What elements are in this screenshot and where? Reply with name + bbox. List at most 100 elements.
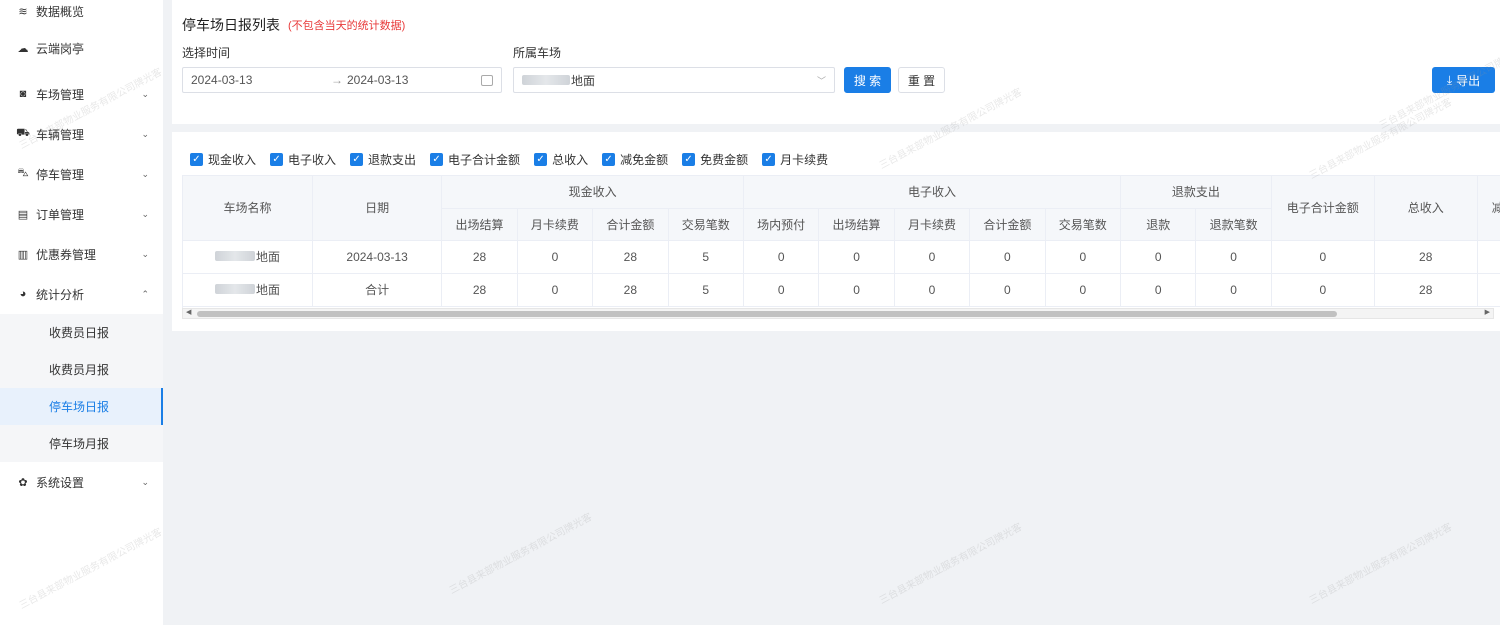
- sidebar: ≋ 数据概览 ☁ 云端岗亭 ◙ 车场管理 ⌄ ⛟ 车辆管理 ⌄ ⛍ 停车管理 ⌄…: [0, 0, 163, 625]
- date-start[interactable]: 2024-03-13: [191, 73, 331, 87]
- parking-car-icon: ⛍: [17, 167, 29, 179]
- date-end[interactable]: 2024-03-13: [347, 73, 481, 87]
- date-label: 选择时间: [182, 46, 231, 60]
- coupon-icon: ▥: [17, 248, 29, 261]
- report-table-wrap[interactable]: 车场名称 日期 现金收入 电子收入 退款支出 电子合计金额 总收入 减 出场结算…: [182, 175, 1500, 309]
- chevron-down-icon: ⌄: [141, 168, 149, 179]
- submenu-cashier-daily[interactable]: 收费员日报: [0, 314, 163, 351]
- cell-value: 0: [1045, 273, 1122, 307]
- cell-value: 0: [969, 273, 1046, 307]
- export-button[interactable]: ⤓ 导出: [1432, 67, 1495, 93]
- header-date: 日期: [312, 176, 443, 241]
- watermark: 三台县来部物业服务有限公司牌光客: [877, 521, 1025, 607]
- layers-icon: ≋: [18, 5, 28, 18]
- header-elec-total: 合计金额: [969, 208, 1046, 241]
- search-button[interactable]: 搜 索: [844, 67, 891, 93]
- toggle-monthly-renewal[interactable]: ✓ 月卡续费: [762, 151, 828, 168]
- lot-label: 所属车场: [513, 46, 562, 60]
- scrollbar-thumb[interactable]: [197, 311, 1337, 317]
- cell-date: 2024-03-13: [312, 240, 443, 274]
- lot-select[interactable]: 地面 ﹀: [513, 67, 835, 93]
- menu-item-system-settings[interactable]: ✿ 系统设置 ⌄: [0, 462, 163, 502]
- watermark: 三台县来部物业服务有限公司牌光客: [447, 511, 595, 597]
- menu-item-statistics[interactable]: ◕ 统计分析 ⌃: [0, 274, 163, 314]
- date-range-picker[interactable]: 2024-03-13 → 2024-03-13: [182, 67, 502, 93]
- cloud-icon: ☁: [17, 42, 29, 55]
- header-electronic-total: 电子合计金额: [1271, 176, 1375, 241]
- cell-value: 28: [1374, 240, 1478, 274]
- cell-value: 0: [818, 273, 895, 307]
- cell-value: 28: [441, 273, 518, 307]
- chevron-up-icon: ⌃: [141, 288, 149, 299]
- menu-item-cloud-booth[interactable]: ☁ 云端岗亭: [0, 22, 163, 74]
- report-table: 车场名称 日期 现金收入 电子收入 退款支出 电子合计金额 总收入 减 出场结算…: [183, 176, 1500, 307]
- cell-value: 5: [668, 273, 744, 307]
- submenu-lot-monthly[interactable]: 停车场月报: [0, 425, 163, 462]
- gear-icon: ✿: [18, 476, 28, 489]
- cell-value: 0: [1271, 273, 1375, 307]
- cell-value: 0: [743, 240, 820, 274]
- redacted-block: [214, 251, 255, 261]
- car-icon: ⛟: [16, 127, 30, 139]
- cell-value: 0: [1195, 240, 1272, 274]
- menu-item-parking-management[interactable]: ⛍ 停车管理 ⌄: [0, 154, 163, 194]
- header-lot-name: 车场名称: [183, 176, 313, 241]
- toggle-total-income[interactable]: ✓ 总收入: [534, 151, 588, 168]
- cell-value: 28: [592, 240, 669, 274]
- pie-chart-icon: ◕: [19, 288, 27, 300]
- menu-item-order-management[interactable]: ▤ 订单管理 ⌄: [0, 194, 163, 234]
- cell-value: 0: [894, 273, 971, 307]
- submenu-lot-daily[interactable]: 停车场日报: [0, 388, 163, 425]
- scroll-right-icon[interactable]: ▶: [1485, 308, 1490, 316]
- toggle-refund-expense[interactable]: ✓ 退款支出: [350, 151, 416, 168]
- cell-value: 0: [818, 240, 895, 274]
- cell-value: 0: [894, 240, 971, 274]
- horizontal-scrollbar[interactable]: ◀ ▶: [182, 308, 1494, 319]
- header-elec-count: 交易笔数: [1045, 208, 1122, 241]
- table-row: 地面 合计 28 0 28 5 0 0 0 0 0 0 0 0 28: [183, 273, 1500, 307]
- menu-item-overview[interactable]: ≋ 数据概览: [0, 0, 163, 22]
- cell-value: 28: [441, 240, 518, 274]
- header-group-electronic: 电子收入: [743, 176, 1122, 209]
- header-total-income: 总收入: [1374, 176, 1478, 241]
- cell-value: 0: [1195, 273, 1272, 307]
- table-card: ✓ 现金收入 ✓ 电子收入 ✓ 退款支出 ✓ 电子合计金额 ✓ 总收入 ✓ 减免金额 ✓ 免费…: [172, 132, 1500, 331]
- menu-item-coupon-management[interactable]: ▥ 优惠券管理 ⌄: [0, 234, 163, 274]
- statistics-submenu: 收费员日报 收费员月报 停车场日报 停车场月报: [0, 314, 163, 462]
- chevron-down-icon: ⌄: [141, 128, 149, 139]
- header-cash-total: 合计金额: [592, 208, 669, 241]
- toggle-electronic-total[interactable]: ✓ 电子合计金额: [430, 151, 520, 168]
- chevron-down-icon: ⌄: [141, 88, 149, 99]
- cell-value: 0: [743, 273, 820, 307]
- menu-item-vehicle-management[interactable]: ⛟ 车辆管理 ⌄: [0, 114, 163, 154]
- toggle-free-amount[interactable]: ✓ 免费金额: [682, 151, 748, 168]
- checkbox-checked-icon: ✓: [682, 152, 696, 166]
- cell-value: [1477, 240, 1500, 274]
- filter-card: 停车场日报列表 (不包含当天的统计数据) 选择时间 2024-03-13 → 2…: [172, 0, 1500, 124]
- cell-value: 0: [1045, 240, 1122, 274]
- page-title: 停车场日报列表: [182, 17, 280, 33]
- cell-value: 0: [1271, 240, 1375, 274]
- reset-button[interactable]: 重 置: [898, 67, 945, 93]
- cell-value: 0: [517, 273, 594, 307]
- header-refund-count: 退款笔数: [1195, 208, 1272, 241]
- menu-item-lot-management[interactable]: ◙ 车场管理 ⌄: [0, 74, 163, 114]
- header-elec-exit: 出场结算: [818, 208, 895, 241]
- checkbox-checked-icon: ✓: [190, 152, 203, 166]
- cell-lot: 地面: [183, 273, 313, 307]
- calendar-icon: [481, 74, 493, 86]
- checkbox-checked-icon: ✓: [602, 152, 616, 166]
- toggle-cash-income[interactable]: ✓ 现金收入: [190, 151, 256, 168]
- chevron-down-icon: ﹀: [816, 75, 826, 86]
- chevron-down-icon: ⌄: [141, 476, 149, 487]
- scroll-left-icon[interactable]: ◀: [186, 308, 191, 316]
- cell-value: 0: [969, 240, 1046, 274]
- checkbox-checked-icon: ✓: [430, 152, 444, 166]
- toggle-electronic-income[interactable]: ✓ 电子收入: [270, 151, 336, 168]
- column-toggles: ✓ 现金收入 ✓ 电子收入 ✓ 退款支出 ✓ 电子合计金额 ✓ 总收入 ✓ 减免金额 ✓ 免费…: [190, 151, 842, 167]
- download-icon: ⤓: [1446, 72, 1453, 87]
- toggle-discount-amount[interactable]: ✓ 减免金额: [602, 151, 668, 168]
- checkbox-checked-icon: ✓: [350, 152, 364, 166]
- submenu-cashier-monthly[interactable]: 收费员月报: [0, 351, 163, 388]
- watermark: 三台县来部物业服务有限公司牌光客: [1307, 521, 1455, 607]
